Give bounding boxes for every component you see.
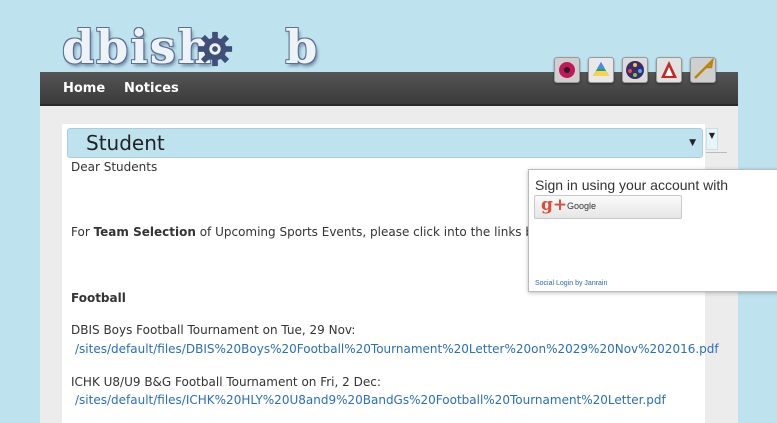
film-reel-icon[interactable] [622,57,648,83]
section-heading: Football [71,291,126,305]
logo-text: dbish b [62,20,320,74]
chevron-down-icon: ▼ [708,131,716,140]
event-title: DBIS Boys Football Tournament on Tue, 29… [71,323,356,337]
signin-popup: Sign in using your account with g+ Googl… [528,169,777,292]
greeting-text: Dear Students [71,160,158,174]
trumpet-shape-icon [694,57,714,79]
acrobat-icon[interactable] [656,57,682,83]
audience-select-value: Student [86,131,165,155]
flower-app-icon[interactable] [554,57,580,83]
reel-icon [626,61,644,79]
google-signin-label: Google [567,201,597,211]
nav-home[interactable]: Home [63,81,105,96]
event-link[interactable]: /sites/default/files/ICHK%20HLY%20U8and9… [75,393,666,407]
nav-notices[interactable]: Notices [124,81,179,96]
site-logo[interactable]: dbish b [62,20,319,74]
intro-after: of Upcoming Sports Events, please click … [195,225,561,239]
intro-bold: Team Selection [93,225,196,239]
side-dropdown-toggle[interactable]: ▼ [706,128,718,150]
gear-icon [197,31,233,67]
event-title: ICHK U8/U9 B&G Football Tournament on Fr… [71,375,381,389]
acrobat-logo-icon [661,61,677,78]
google-plus-icon: g+ [541,195,568,215]
google-drive-icon[interactable] [588,57,614,83]
divider [706,152,727,153]
audience-select[interactable]: Student ▼ [67,128,703,158]
intro-text: For Team Selection of Upcoming Sports Ev… [71,225,561,239]
signin-title: Sign in using your account with [535,177,728,193]
drive-triangle-icon [593,62,609,76]
janrain-footer-link[interactable]: Social Login by Janrain [535,280,607,287]
chevron-down-icon: ▼ [689,138,696,148]
event-link[interactable]: /sites/default/files/DBIS%20Boys%20Footb… [75,342,719,356]
trumpet-icon[interactable] [690,57,716,83]
google-signin-button[interactable]: g+ Google [534,195,682,219]
intro-before: For [71,225,94,239]
flower-icon [559,62,575,78]
